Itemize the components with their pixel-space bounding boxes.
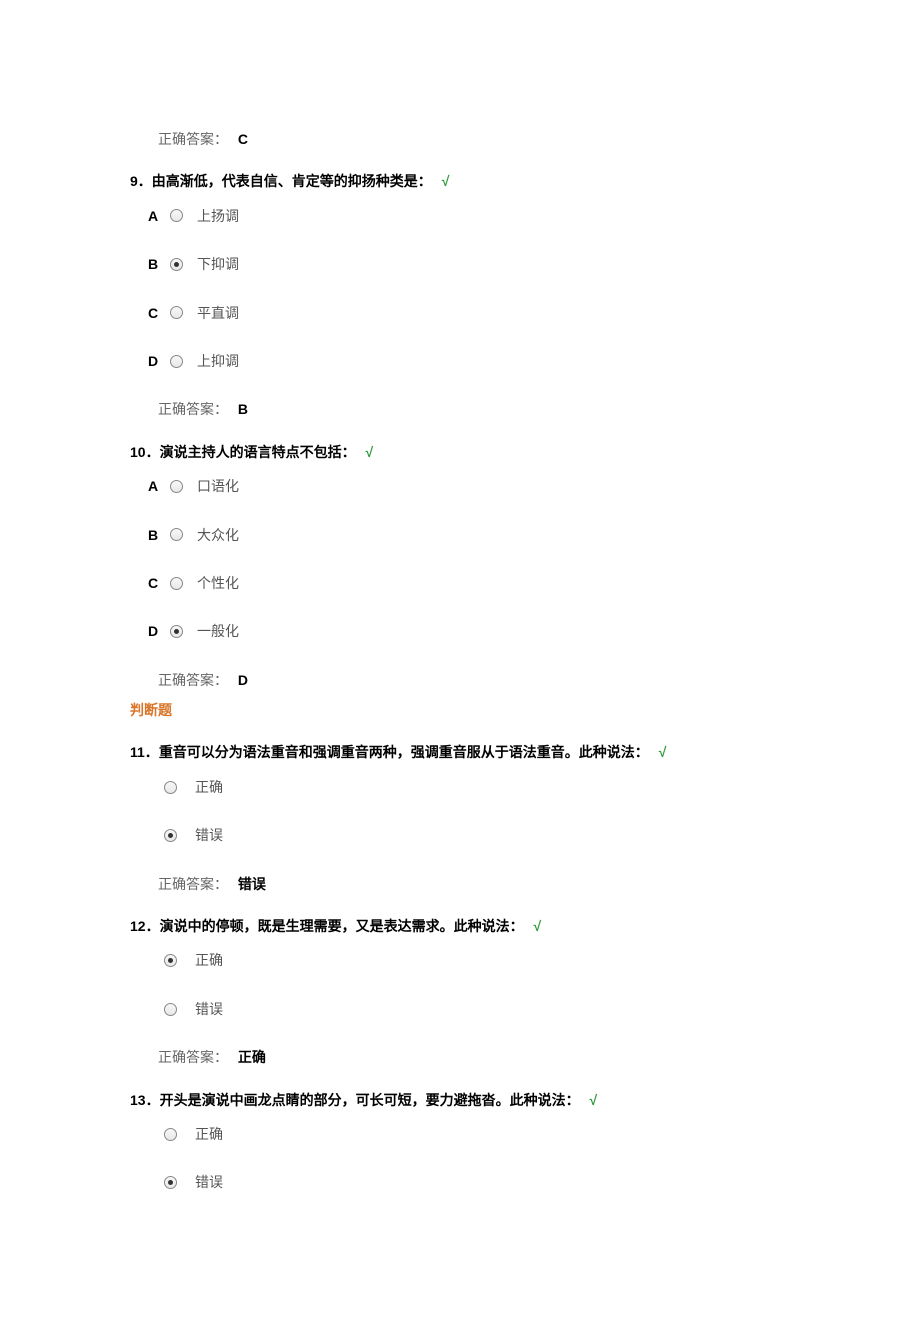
option-letter: B [148, 524, 166, 546]
answer-line: 正确答案： B [158, 398, 790, 420]
option-text: 上扬调 [197, 205, 239, 227]
radio-icon[interactable] [170, 625, 183, 638]
answer-value: 正确 [238, 1049, 266, 1065]
answer-line: 正确答案： 错误 [158, 873, 790, 895]
question-body: 开头是演说中画龙点睛的部分，可长可短，要力避拖沓。此种说法： [160, 1092, 580, 1108]
answer-value: D [238, 672, 248, 688]
option-letter: B [148, 253, 166, 275]
option-text: 上抑调 [197, 350, 239, 372]
option-text: 错误 [195, 1171, 223, 1193]
answer-line: 正确答案： D [158, 669, 790, 691]
question-12: 12．演说中的停顿，既是生理需要，又是表达需求。此种说法： √ 正确 错误 正确… [130, 915, 790, 1069]
radio-icon[interactable] [164, 781, 177, 794]
option-text: 正确 [195, 949, 223, 971]
option-false[interactable]: 错误 [160, 824, 790, 846]
question-body: 演说中的停顿，既是生理需要，又是表达需求。此种说法： [160, 918, 524, 934]
check-icon: √ [589, 1092, 597, 1108]
answer-label: 正确答案： [158, 672, 228, 688]
option-c[interactable]: C 平直调 [148, 302, 790, 324]
option-text: 口语化 [197, 475, 239, 497]
check-icon: √ [365, 444, 373, 460]
option-letter: A [148, 205, 166, 227]
option-text: 下抑调 [197, 253, 239, 275]
option-a[interactable]: A 口语化 [148, 475, 790, 497]
question-number: 13． [130, 1092, 160, 1108]
answer-label: 正确答案： [158, 401, 228, 417]
check-icon: √ [659, 744, 667, 760]
answer-value: C [238, 131, 248, 147]
radio-icon[interactable] [170, 209, 183, 222]
question-10: 10．演说主持人的语言特点不包括： √ A 口语化 B 大众化 C 个性化 D … [130, 441, 790, 691]
radio-icon[interactable] [170, 480, 183, 493]
option-d[interactable]: D 上抑调 [148, 350, 790, 372]
option-text: 错误 [195, 824, 223, 846]
option-text: 错误 [195, 998, 223, 1020]
question-11: 11．重音可以分为语法重音和强调重音两种，强调重音服从于语法重音。此种说法： √… [130, 741, 790, 895]
option-b[interactable]: B 下抑调 [148, 253, 790, 275]
question-number: 9． [130, 173, 152, 189]
question-text: 10．演说主持人的语言特点不包括： √ [130, 441, 790, 463]
option-d[interactable]: D 一般化 [148, 620, 790, 642]
question-body: 重音可以分为语法重音和强调重音两种，强调重音服从于语法重音。此种说法： [159, 744, 649, 760]
radio-icon[interactable] [164, 954, 177, 967]
answer-label: 正确答案： [158, 131, 228, 147]
question-text: 9．由高渐低，代表自信、肯定等的抑扬种类是： √ [130, 170, 790, 192]
radio-icon[interactable] [170, 258, 183, 271]
check-icon: √ [533, 918, 541, 934]
option-letter: C [148, 302, 166, 324]
prev-answer: 正确答案： C [158, 128, 790, 150]
option-text: 正确 [195, 1123, 223, 1145]
option-false[interactable]: 错误 [160, 998, 790, 1020]
radio-icon[interactable] [164, 1176, 177, 1189]
question-number: 11． [130, 744, 159, 760]
question-9: 9．由高渐低，代表自信、肯定等的抑扬种类是： √ A 上扬调 B 下抑调 C 平… [130, 170, 790, 420]
radio-icon[interactable] [170, 577, 183, 590]
option-text: 个性化 [197, 572, 239, 594]
option-letter: A [148, 475, 166, 497]
answer-label: 正确答案： [158, 876, 228, 892]
option-text: 大众化 [197, 524, 239, 546]
question-13: 13．开头是演说中画龙点睛的部分，可长可短，要力避拖沓。此种说法： √ 正确 错… [130, 1089, 790, 1194]
question-number: 12． [130, 918, 160, 934]
question-text: 13．开头是演说中画龙点睛的部分，可长可短，要力避拖沓。此种说法： √ [130, 1089, 790, 1111]
question-text: 12．演说中的停顿，既是生理需要，又是表达需求。此种说法： √ [130, 915, 790, 937]
answer-value: B [238, 401, 248, 417]
question-number: 10． [130, 444, 160, 460]
radio-icon[interactable] [164, 1128, 177, 1141]
answer-value: 错误 [238, 876, 266, 892]
option-letter: D [148, 350, 166, 372]
radio-icon[interactable] [164, 1003, 177, 1016]
option-text: 正确 [195, 776, 223, 798]
option-text: 平直调 [197, 302, 239, 324]
option-b[interactable]: B 大众化 [148, 524, 790, 546]
question-body: 由高渐低，代表自信、肯定等的抑扬种类是： [152, 173, 432, 189]
answer-line: 正确答案： 正确 [158, 1046, 790, 1068]
section-header-tf: 判断题 [130, 699, 790, 721]
option-letter: C [148, 572, 166, 594]
option-letter: D [148, 620, 166, 642]
radio-icon[interactable] [170, 355, 183, 368]
question-text: 11．重音可以分为语法重音和强调重音两种，强调重音服从于语法重音。此种说法： √ [130, 741, 790, 763]
check-icon: √ [442, 173, 450, 189]
answer-label: 正确答案： [158, 1049, 228, 1065]
option-a[interactable]: A 上扬调 [148, 205, 790, 227]
question-body: 演说主持人的语言特点不包括： [160, 444, 356, 460]
radio-icon[interactable] [164, 829, 177, 842]
option-true[interactable]: 正确 [160, 1123, 790, 1145]
option-true[interactable]: 正确 [160, 949, 790, 971]
option-text: 一般化 [197, 620, 239, 642]
option-true[interactable]: 正确 [160, 776, 790, 798]
option-false[interactable]: 错误 [160, 1171, 790, 1193]
radio-icon[interactable] [170, 528, 183, 541]
option-c[interactable]: C 个性化 [148, 572, 790, 594]
radio-icon[interactable] [170, 306, 183, 319]
